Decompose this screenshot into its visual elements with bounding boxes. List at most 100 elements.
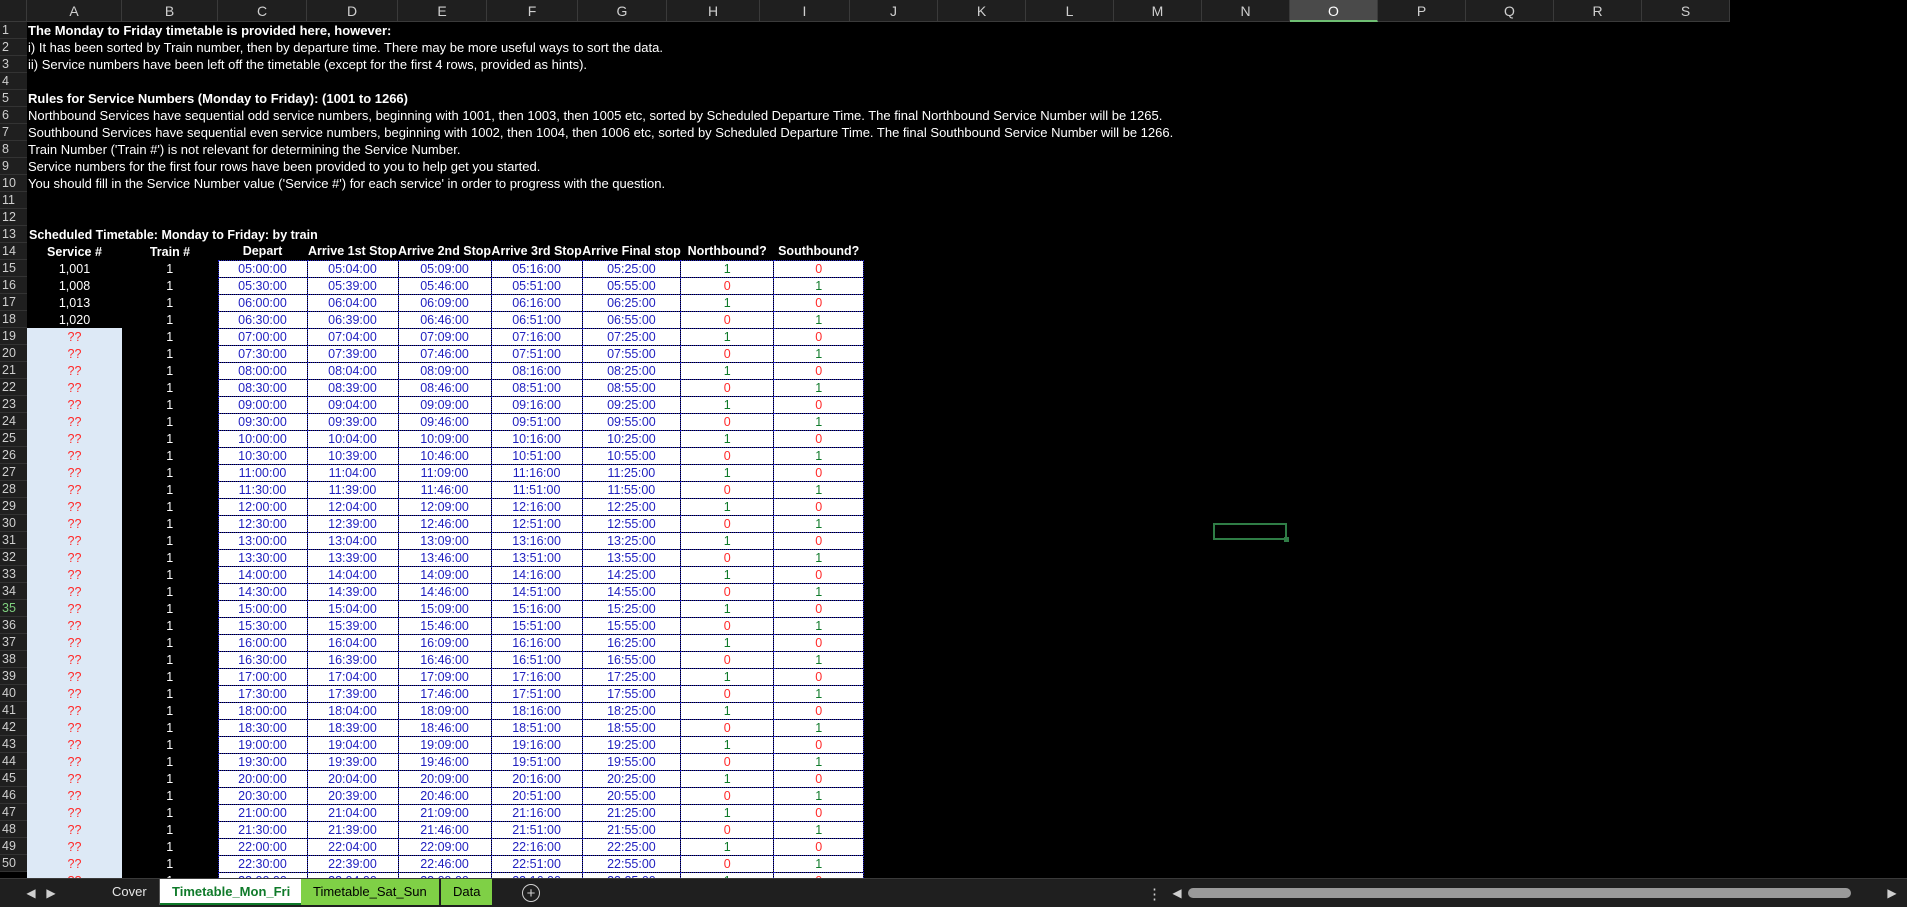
time-cell[interactable]: 11:39:00 [306, 480, 399, 499]
time-cell[interactable]: 20:25:00 [581, 769, 682, 788]
time-cell[interactable]: 08:09:00 [397, 361, 492, 380]
northbound-cell[interactable]: 1 [680, 633, 775, 652]
southbound-cell[interactable]: 1 [773, 514, 865, 533]
time-cell[interactable]: 11:25:00 [581, 463, 682, 482]
time-cell[interactable]: 13:55:00 [581, 548, 682, 567]
time-cell[interactable]: 13:51:00 [490, 548, 583, 567]
row-header[interactable]: 4 [0, 73, 27, 90]
time-cell[interactable]: 20:46:00 [397, 786, 492, 805]
southbound-cell[interactable]: 1 [773, 480, 865, 499]
northbound-cell[interactable]: 1 [680, 429, 775, 448]
row-header[interactable]: 30 [0, 515, 27, 532]
service-number-cell[interactable]: ?? [27, 617, 122, 634]
southbound-cell[interactable]: 1 [773, 616, 865, 635]
time-cell[interactable]: 09:16:00 [490, 395, 583, 414]
northbound-cell[interactable]: 1 [680, 395, 775, 414]
time-cell[interactable]: 22:46:00 [397, 854, 492, 873]
northbound-cell[interactable]: 1 [680, 497, 775, 516]
northbound-cell[interactable]: 0 [680, 582, 775, 601]
time-cell[interactable]: 09:30:00 [217, 412, 308, 431]
service-number-cell[interactable]: ?? [27, 685, 122, 702]
column-header-q[interactable]: Q [1466, 0, 1554, 22]
time-cell[interactable]: 14:04:00 [306, 565, 399, 584]
northbound-cell[interactable]: 0 [680, 854, 775, 873]
southbound-cell[interactable]: 0 [773, 667, 865, 686]
time-cell[interactable]: 10:51:00 [490, 446, 583, 465]
time-cell[interactable]: 09:46:00 [397, 412, 492, 431]
time-cell[interactable]: 19:00:00 [217, 735, 308, 754]
row-header[interactable]: 37 [0, 634, 27, 651]
time-cell[interactable]: 18:55:00 [581, 718, 682, 737]
southbound-cell[interactable]: 1 [773, 854, 865, 873]
row-header[interactable]: 8 [0, 141, 27, 158]
row-header[interactable]: 21 [0, 362, 27, 379]
train-number-cell[interactable]: 1 [122, 396, 218, 413]
time-cell[interactable]: 21:00:00 [217, 803, 308, 822]
column-header-e[interactable]: E [398, 0, 487, 22]
time-cell[interactable]: 20:00:00 [217, 769, 308, 788]
time-cell[interactable]: 08:25:00 [581, 361, 682, 380]
row-header[interactable]: 10 [0, 175, 27, 192]
column-header-l[interactable]: L [1026, 0, 1114, 22]
time-cell[interactable]: 19:51:00 [490, 752, 583, 771]
southbound-cell[interactable]: 0 [773, 769, 865, 788]
time-cell[interactable]: 06:46:00 [397, 310, 492, 329]
northbound-cell[interactable]: 0 [680, 548, 775, 567]
time-cell[interactable]: 09:39:00 [306, 412, 399, 431]
row-header[interactable]: 35 [0, 600, 27, 617]
tab-cover[interactable]: Cover [100, 879, 160, 905]
time-cell[interactable]: 19:39:00 [306, 752, 399, 771]
time-cell[interactable]: 22:16:00 [490, 837, 583, 856]
northbound-cell[interactable]: 0 [680, 310, 775, 329]
time-cell[interactable]: 17:51:00 [490, 684, 583, 703]
column-header-d[interactable]: D [307, 0, 398, 22]
row-header[interactable]: 2 [0, 39, 27, 56]
column-header-g[interactable]: G [578, 0, 667, 22]
row-header[interactable]: 42 [0, 719, 27, 736]
time-cell[interactable]: 18:39:00 [306, 718, 399, 737]
column-header-k[interactable]: K [938, 0, 1026, 22]
train-number-cell[interactable]: 1 [122, 855, 218, 872]
southbound-cell[interactable]: 0 [773, 259, 865, 278]
time-cell[interactable]: 10:39:00 [306, 446, 399, 465]
time-cell[interactable]: 19:46:00 [397, 752, 492, 771]
train-number-cell[interactable]: 1 [122, 362, 218, 379]
time-cell[interactable]: 14:39:00 [306, 582, 399, 601]
scroll-left-icon[interactable]: ◀ [1168, 884, 1186, 902]
southbound-cell[interactable]: 0 [773, 361, 865, 380]
train-number-cell[interactable]: 1 [122, 413, 218, 430]
train-number-cell[interactable]: 1 [122, 753, 218, 770]
service-number-cell[interactable]: 1,001 [27, 260, 122, 277]
northbound-cell[interactable]: 0 [680, 344, 775, 363]
column-header-b[interactable]: B [122, 0, 218, 22]
active-cell-cursor[interactable] [1213, 523, 1289, 542]
row-header[interactable]: 18 [0, 311, 27, 328]
northbound-cell[interactable]: 0 [680, 480, 775, 499]
northbound-cell[interactable]: 0 [680, 616, 775, 635]
southbound-cell[interactable]: 0 [773, 633, 865, 652]
time-cell[interactable]: 06:39:00 [306, 310, 399, 329]
time-cell[interactable]: 21:04:00 [306, 803, 399, 822]
row-header[interactable]: 38 [0, 651, 27, 668]
time-cell[interactable]: 05:25:00 [581, 259, 682, 278]
time-cell[interactable]: 15:25:00 [581, 599, 682, 618]
time-cell[interactable]: 06:51:00 [490, 310, 583, 329]
row-header[interactable]: 20 [0, 345, 27, 362]
time-cell[interactable]: 17:04:00 [306, 667, 399, 686]
southbound-cell[interactable]: 0 [773, 565, 865, 584]
time-cell[interactable]: 14:30:00 [217, 582, 308, 601]
time-cell[interactable]: 15:30:00 [217, 616, 308, 635]
column-header-o[interactable]: O [1290, 0, 1378, 22]
service-number-cell[interactable]: 1,020 [27, 311, 122, 328]
time-cell[interactable]: 05:55:00 [581, 276, 682, 295]
time-cell[interactable]: 07:46:00 [397, 344, 492, 363]
time-cell[interactable]: 09:25:00 [581, 395, 682, 414]
southbound-cell[interactable]: 1 [773, 820, 865, 839]
service-number-cell[interactable]: 1,008 [27, 277, 122, 294]
service-number-cell[interactable]: ?? [27, 719, 122, 736]
time-cell[interactable]: 08:00:00 [217, 361, 308, 380]
row-header[interactable]: 19 [0, 328, 27, 345]
time-cell[interactable]: 20:30:00 [217, 786, 308, 805]
train-number-cell[interactable]: 1 [122, 668, 218, 685]
time-cell[interactable]: 09:04:00 [306, 395, 399, 414]
